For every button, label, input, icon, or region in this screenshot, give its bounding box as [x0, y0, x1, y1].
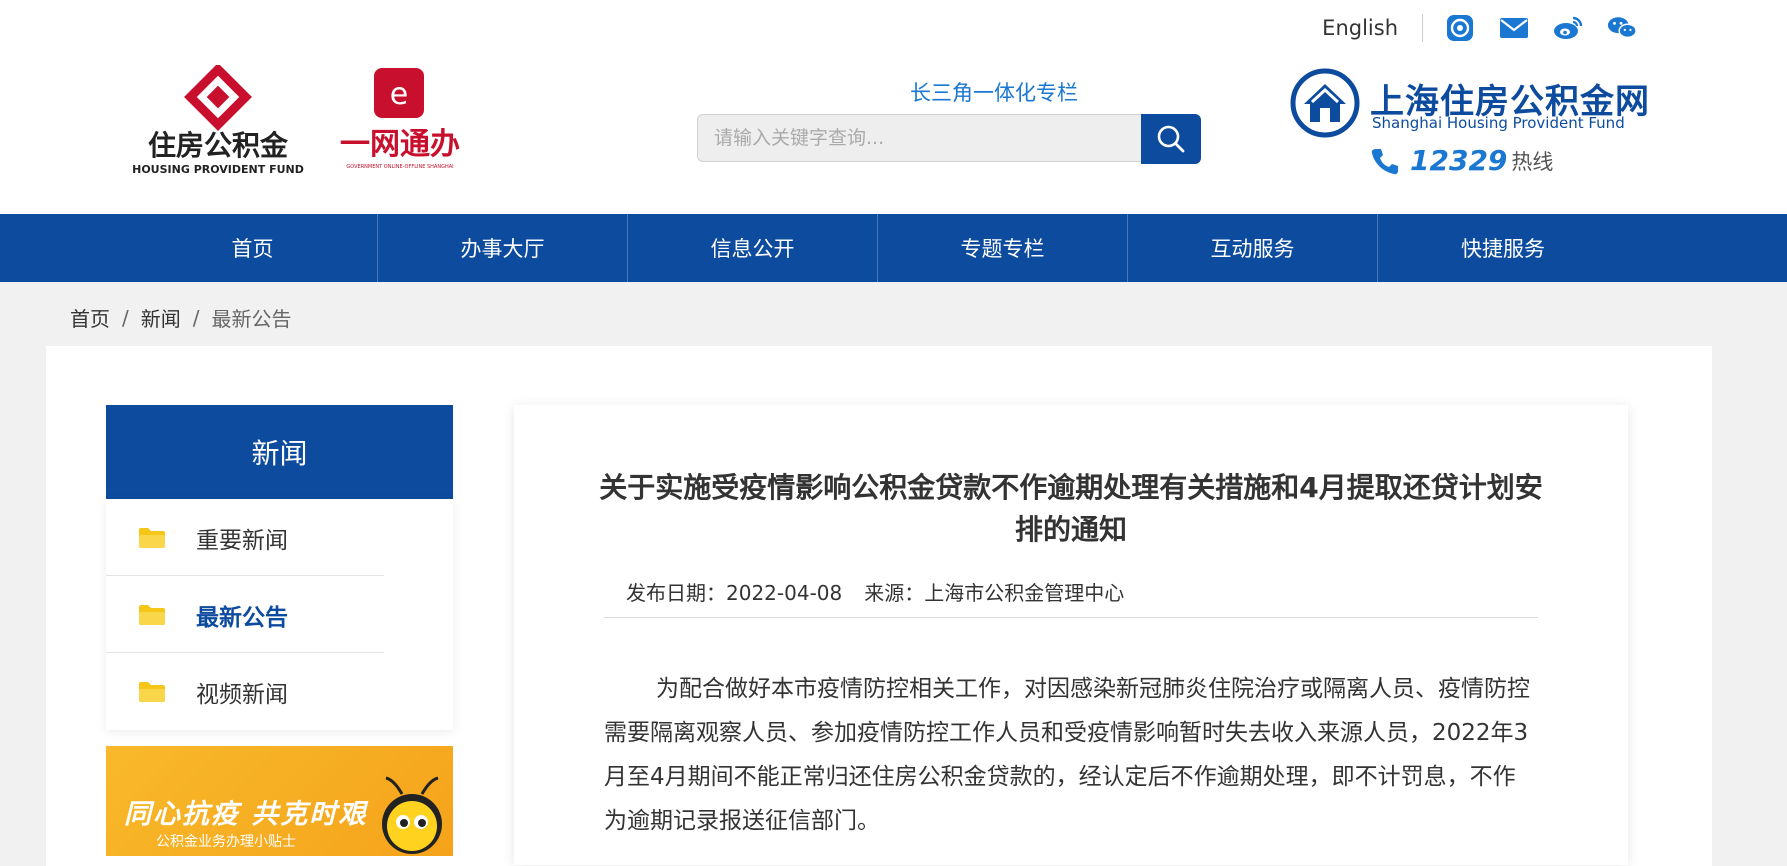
source: 上海市公积金管理中心 [924, 581, 1125, 605]
nav-item-interactive[interactable]: 互动服务 [1128, 214, 1378, 282]
site-header: English 住房公积金 HOUSING PROVIDENT FUND e 一… [0, 0, 1787, 214]
site-brand[interactable]: 上海住房公积金网 Shanghai Housing Provident Fund… [1290, 68, 1649, 188]
main-nav: 首页 办事大厅 信息公开 专题专栏 互动服务 快捷服务 [0, 214, 1787, 282]
wechat-icon[interactable] [1607, 13, 1637, 43]
divider [604, 617, 1538, 618]
ywtb-logo-cn: 一网通办 [340, 127, 460, 162]
article-title: 关于实施受疫情影响公积金贷款不作逾期处理有关措施和4月提取还贷计划安排的通知 [599, 471, 1543, 546]
sidebar-item-latest-announcements[interactable]: 最新公告 [106, 576, 453, 653]
hpf-emblem-icon: 住房公积金 HOUSING PROVIDENT FUND [132, 63, 304, 176]
sidebar-item-video-news[interactable]: 视频新闻 [106, 653, 453, 730]
breadcrumb-news[interactable]: 新闻 [141, 303, 181, 332]
weibo-icon[interactable] [1553, 13, 1583, 43]
breadcrumb-home[interactable]: 首页 [70, 303, 110, 332]
search-input[interactable] [697, 114, 1141, 162]
search-icon [1157, 125, 1185, 153]
hotline-number: 12329 [1410, 144, 1508, 177]
article-paragraph: 为配合做好本市疫情防控相关工作，对因感染新冠肺炎住院治疗或隔离人员、疫情防控需要… [604, 676, 1530, 834]
publish-date-label: 发布日期： [626, 581, 726, 605]
breadcrumb: 首页 / 新闻 / 最新公告 [70, 303, 292, 332]
brand-name-en: Shanghai Housing Provident Fund [1372, 114, 1625, 132]
search-button[interactable] [1141, 114, 1201, 164]
hpf-logo-en: HOUSING PROVIDENT FUND [132, 163, 304, 176]
hotline: 12329 热线 [1370, 144, 1553, 177]
yrd-integration-link[interactable]: 长三角一体化专栏 [910, 77, 1078, 107]
source-label: 来源： [864, 581, 925, 605]
publish-date: 2022-04-08 [726, 581, 843, 605]
nav-item-special-topics[interactable]: 专题专栏 [878, 214, 1128, 282]
bee-mascot-icon [382, 776, 442, 854]
housing-fund-logo[interactable]: 住房公积金 HOUSING PROVIDENT FUND [128, 63, 308, 177]
divider [1422, 14, 1423, 42]
service-icon[interactable] [1445, 13, 1475, 43]
sidebar-item-label: 视频新闻 [196, 681, 288, 708]
nav-item-info-disclosure[interactable]: 信息公开 [628, 214, 878, 282]
mail-icon[interactable] [1499, 13, 1529, 43]
sidebar: 新闻 重要新闻 最新公告 视频新闻 [106, 405, 453, 730]
breadcrumb-separator: / [122, 305, 129, 330]
hotline-label: 热线 [1511, 149, 1554, 174]
hpf-logo-cn: 住房公积金 [148, 129, 289, 162]
top-utility-bar: English [1322, 10, 1637, 46]
sidebar-item-important-news[interactable]: 重要新闻 [106, 499, 453, 576]
article-card: 关于实施受疫情影响公积金贷款不作逾期处理有关措施和4月提取还贷计划安排的通知 发… [514, 405, 1628, 865]
phone-icon [1371, 148, 1398, 174]
ywtb-emblem-icon: e 一网通办 GOVERNMENT ONLINE-OFFLINE SHANGHA… [340, 68, 460, 170]
english-link[interactable]: English [1322, 16, 1398, 40]
ywtb-logo[interactable]: e 一网通办 GOVERNMENT ONLINE-OFFLINE SHANGHA… [330, 68, 470, 174]
search-bar [697, 114, 1201, 164]
folder-icon [139, 527, 165, 548]
nav-item-quick-services[interactable]: 快捷服务 [1378, 214, 1628, 282]
breadcrumb-separator: / [192, 305, 200, 330]
breadcrumb-current: 最新公告 [211, 307, 292, 331]
sidebar-item-label: 最新公告 [196, 604, 288, 631]
nav-item-service-hall[interactable]: 办事大厅 [378, 214, 628, 282]
anti-epidemic-banner[interactable]: 同心抗疫 共克时艰 公积金业务办理小贴士 [106, 746, 453, 856]
article-meta: 发布日期：2022-04-08 来源：上海市公积金管理中心 [626, 577, 1124, 606]
banner-subtext: 公积金业务办理小贴士 [156, 834, 296, 850]
house-logo-icon [1290, 68, 1360, 138]
svg-text:e: e [390, 77, 408, 112]
sidebar-title: 新闻 [106, 405, 453, 499]
folder-icon [139, 681, 165, 702]
folder-icon [139, 604, 165, 625]
banner-text: 同心抗疫 共克时艰 [124, 799, 368, 830]
nav-item-home[interactable]: 首页 [128, 214, 378, 282]
sidebar-menu: 重要新闻 最新公告 视频新闻 [106, 499, 453, 730]
sidebar-item-label: 重要新闻 [196, 527, 288, 554]
ywtb-logo-en: GOVERNMENT ONLINE-OFFLINE SHANGHAI [346, 164, 453, 170]
